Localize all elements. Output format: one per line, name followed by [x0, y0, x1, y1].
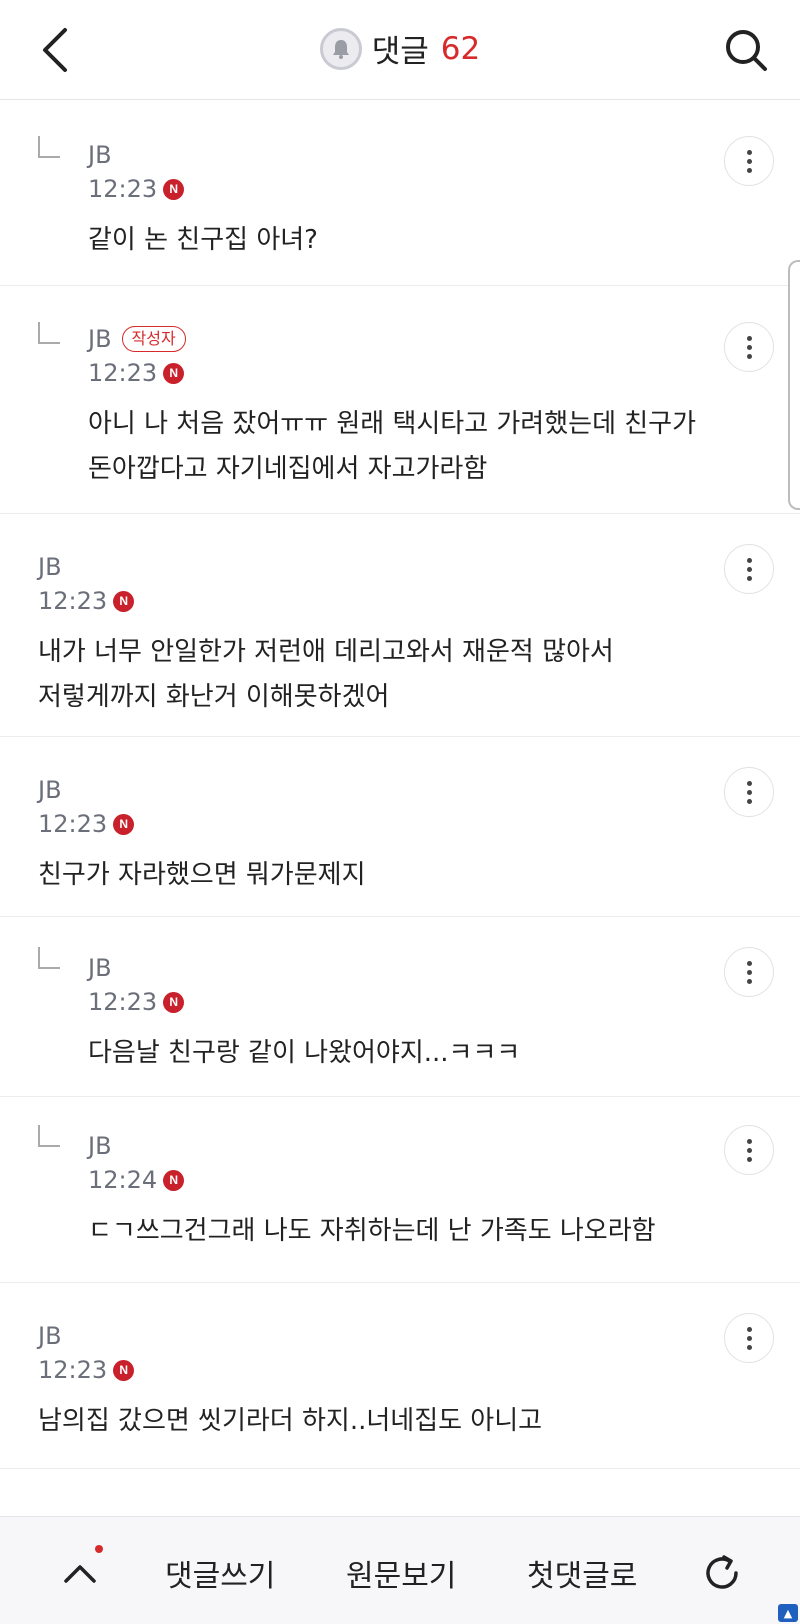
new-badge: N — [163, 362, 185, 384]
comment-text: 친구가 자라했으면 뭐가문제지 — [38, 860, 366, 890]
reply-indent-icon — [38, 947, 60, 969]
new-badge: N — [163, 1169, 185, 1191]
comment-author[interactable]: JB — [88, 1129, 690, 1163]
comment-text: 아니 나 처음 잤어ㅠㅠ 원래 택시타고 가려했는데 친구가 돈아깝다고 자기네집… — [88, 409, 697, 484]
header-title-group: 댓글 62 — [0, 26, 800, 71]
comment-author[interactable]: JB — [38, 773, 690, 807]
comment-item: JB 12:23 N 다음날 친구랑 같이 나왔어야지...ㅋㅋㅋ — [0, 917, 800, 1097]
comment-text: 내가 너무 안일한가 저런애 데리고와서 재운적 많아서 저렇게까지 화난거 이해… — [38, 637, 614, 712]
search-button[interactable] — [720, 24, 772, 76]
top-app-bar: 댓글 62 — [0, 0, 800, 100]
scroll-top-button[interactable] — [52, 1545, 108, 1601]
notification-dot — [95, 1545, 103, 1553]
comment-time: 12:23 N — [38, 1353, 690, 1387]
more-vertical-icon — [746, 960, 752, 984]
new-badge: N — [113, 590, 135, 612]
comment-item: JB 12:23 N 내가 너무 안일한가 저런애 데리고와서 재운적 많아서 저렇… — [0, 514, 800, 737]
more-options-button[interactable] — [724, 947, 774, 997]
more-options-button[interactable] — [724, 1313, 774, 1363]
comment-item: JB 12:23 N 같이 논 친구집 아녀? — [0, 100, 800, 286]
comment-count: 62 — [440, 30, 481, 67]
more-vertical-icon — [746, 335, 752, 359]
more-options-button[interactable] — [724, 767, 774, 817]
comment-item: JB 12:24 N ㄷㄱ쓰그건그래 나도 자취하는데 난 가족도 나오라함 — [0, 1097, 800, 1283]
author-badge: 작성자 — [121, 326, 186, 352]
comment-time: 12:23 N — [38, 807, 690, 841]
page-title: 댓글 — [371, 34, 429, 70]
more-options-button[interactable] — [724, 544, 774, 594]
reply-indent-icon — [38, 1125, 60, 1147]
comment-author[interactable]: JB — [88, 138, 690, 172]
write-comment-button[interactable]: 댓글쓰기 — [165, 1551, 275, 1595]
search-icon — [726, 30, 767, 71]
comment-time: 12:23 N — [88, 172, 690, 206]
comment-author[interactable]: JB 작성자 — [88, 322, 720, 356]
new-badge: N — [113, 1359, 135, 1381]
view-original-button[interactable]: 원문보기 — [346, 1551, 456, 1595]
new-badge: N — [163, 178, 185, 200]
more-options-button[interactable] — [724, 1125, 774, 1175]
more-vertical-icon — [746, 1326, 752, 1350]
scroll-handle[interactable] — [788, 260, 800, 510]
comment-item: JB 12:23 N 남의집 갔으면 씻기라더 하지..너네집도 아니고 — [0, 1283, 800, 1469]
bell-icon — [332, 39, 349, 59]
comment-item: JB 12:23 N 친구가 자라했으면 뭐가문제지 — [0, 737, 800, 917]
comment-text: 같이 논 친구집 아녀? — [88, 225, 318, 255]
corner-app-icon: ▲ — [778, 1604, 798, 1622]
reply-indent-icon — [38, 136, 60, 158]
refresh-button[interactable] — [694, 1545, 750, 1601]
new-badge: N — [113, 813, 135, 835]
comment-time: 12:24 N — [88, 1163, 690, 1197]
bottom-toolbar: 댓글쓰기 원문보기 첫댓글로 ▲ — [0, 1516, 800, 1624]
comment-author[interactable]: JB — [38, 550, 690, 584]
comment-list: JB 12:23 N 같이 논 친구집 아녀? JB 작성자 12:23 N 아니 나… — [0, 100, 800, 1469]
more-vertical-icon — [746, 557, 752, 581]
comment-time: 12:23 N — [38, 584, 690, 618]
comment-text: 다음날 친구랑 같이 나왔어야지...ㅋㅋㅋ — [88, 1038, 521, 1068]
comment-text: 남의집 갔으면 씻기라더 하지..너네집도 아니고 — [38, 1406, 543, 1436]
new-badge: N — [163, 991, 185, 1013]
more-options-button[interactable] — [724, 136, 774, 186]
more-options-button[interactable] — [724, 322, 774, 372]
more-vertical-icon — [746, 1138, 752, 1162]
chevron-up-icon — [64, 1565, 96, 1583]
comment-time: 12:23 N — [88, 985, 690, 1019]
comment-author[interactable]: JB — [88, 951, 690, 985]
reply-indent-icon — [38, 322, 60, 344]
first-comment-button[interactable]: 첫댓글로 — [527, 1551, 637, 1595]
comment-time: 12:23 N — [88, 356, 720, 390]
refresh-icon — [706, 1555, 738, 1589]
comment-author[interactable]: JB — [38, 1319, 690, 1353]
more-vertical-icon — [746, 780, 752, 804]
comment-item: JB 작성자 12:23 N 아니 나 처음 잤어ㅠㅠ 원래 택시타고 가려했는데 … — [0, 286, 800, 514]
notification-bell-button[interactable] — [319, 27, 362, 70]
more-vertical-icon — [746, 149, 752, 173]
comment-text: ㄷㄱ쓰그건그래 나도 자취하는데 난 가족도 나오라함 — [88, 1216, 656, 1246]
